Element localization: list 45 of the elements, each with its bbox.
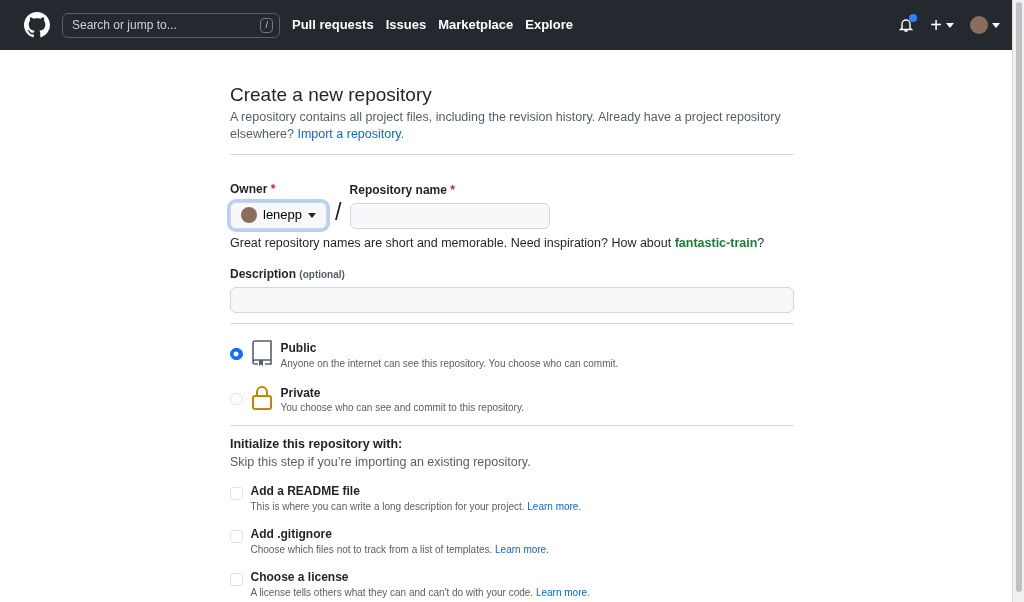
option-description: Anyone on the internet can see this repository. You choose who can commit.	[280, 356, 619, 371]
option-description: This is where you can write a long description for your project. Learn more.	[250, 500, 582, 515]
avatar-icon[interactable]	[970, 16, 988, 34]
shortcut-key: /	[260, 17, 273, 33]
option-label: Public	[280, 339, 318, 357]
option-label: Add a README file	[250, 483, 361, 501]
book-icon	[250, 339, 273, 366]
option-description: You choose who can see and commit to this repository.	[280, 401, 524, 416]
nav-link[interactable]: Marketplace	[438, 15, 514, 35]
caret-icon	[992, 22, 1000, 28]
caret-icon	[308, 212, 317, 218]
intro-text: A repository contains all project files, including the revision history. Already have a project repository elsewhere? Import a repository.	[230, 108, 782, 144]
nav-link[interactable]: Issues	[385, 15, 427, 35]
section-subtext: Skip this step if you’re importing an existing repository.	[230, 454, 532, 471]
page-title: Create a new repository	[230, 84, 433, 107]
option-checkbox[interactable]	[230, 530, 243, 543]
avatar-icon	[241, 207, 257, 224]
caret-icon	[946, 22, 954, 28]
hint-text: Great repository names are short and memorable. Need inspiration? How about fantastic-train?	[230, 234, 766, 252]
option-description: Choose which files not to track from a list of templates. Learn more.	[250, 543, 549, 558]
learn-more-link[interactable]: Learn more.	[527, 501, 582, 513]
import-link[interactable]: Import a repository.	[297, 127, 405, 142]
separator-text: /	[335, 201, 342, 225]
learn-more-link[interactable]: Learn more.	[495, 544, 549, 556]
logo-icon[interactable]	[24, 12, 50, 38]
learn-more-link[interactable]: Learn more.	[535, 586, 590, 598]
lock-icon	[250, 384, 273, 411]
notification-bell-icon[interactable]	[898, 17, 915, 33]
field-label: Repository name *	[349, 181, 456, 199]
option-label: Add .gitignore	[250, 526, 333, 544]
owner-dropdown[interactable]: lenepp	[230, 201, 328, 229]
repository-name-field[interactable]	[349, 202, 550, 229]
option-label: Choose a license	[250, 569, 350, 586]
option-label: Private	[280, 384, 322, 402]
visibility-radio[interactable]	[230, 347, 243, 361]
nav-link[interactable]: Pull requests	[292, 15, 374, 35]
nav-link[interactable]: Explore	[525, 15, 573, 35]
field-label: Owner *	[230, 180, 277, 198]
create-menu[interactable]: +	[930, 11, 954, 39]
section-heading: Initialize this repository with:	[230, 436, 404, 454]
description-field[interactable]	[230, 286, 794, 313]
option-description: A license tells others what they can and can't do with your code. Learn more.	[250, 585, 590, 600]
option-checkbox[interactable]	[230, 487, 243, 500]
field-label: Description (optional)	[230, 266, 346, 283]
option-checkbox[interactable]	[230, 573, 243, 586]
